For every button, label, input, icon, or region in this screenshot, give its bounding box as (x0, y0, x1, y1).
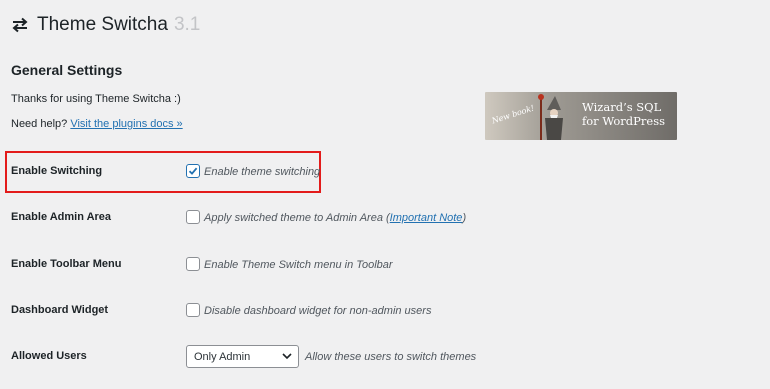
admin-area-checkbox[interactable] (186, 210, 200, 224)
banner-line2: for WordPress (582, 114, 665, 128)
important-note-link[interactable]: Important Note (390, 212, 463, 224)
dashboard-widget-option: Disable dashboard widget for non-admin u… (204, 305, 432, 317)
help-line: Need help? Visit the plugins docs » (11, 118, 183, 130)
allowed-users-value: Only Admin (194, 350, 251, 363)
toolbar-menu-option: Enable Theme Switch menu in Toolbar (204, 259, 393, 271)
wizard-figure-icon (538, 94, 563, 140)
dashboard-widget-checkbox[interactable] (186, 303, 200, 317)
page-title: Theme Switcha (37, 14, 168, 35)
chevron-down-icon (282, 353, 292, 360)
banner-text: Wizard’s SQL for WordPress (582, 100, 665, 128)
admin-area-option-prefix: Apply switched theme to Admin Area ( (204, 212, 390, 224)
thanks-text: Thanks for using Theme Switcha :) (11, 93, 181, 105)
toolbar-menu-checkbox[interactable] (186, 257, 200, 271)
help-prefix: Need help? (11, 118, 68, 130)
book-banner[interactable]: New book! Wizard’s SQL for WordPress (485, 92, 677, 140)
page-header: Theme Switcha 3.1 (11, 12, 200, 38)
setting-label-allowed-users: Allowed Users (11, 350, 87, 362)
setting-label-admin-area: Enable Admin Area (11, 211, 112, 223)
checkmark-icon (188, 167, 198, 175)
enable-switching-checkbox[interactable] (186, 164, 200, 178)
allowed-users-select[interactable]: Only Admin (186, 345, 299, 368)
setting-label-dashboard-widget: Dashboard Widget (11, 304, 109, 316)
docs-link[interactable]: Visit the plugins docs » (70, 118, 182, 130)
banner-tag: New book! (490, 103, 536, 126)
allowed-users-option: Allow these users to switch themes (305, 351, 477, 363)
setting-label-enable-switching: Enable Switching (11, 165, 103, 177)
enable-switching-option: Enable theme switching (204, 166, 321, 178)
admin-area-option: Apply switched theme to Admin Area (Impo… (204, 212, 466, 224)
version-number: 3.1 (173, 14, 201, 35)
banner-line1: Wizard’s SQL (582, 100, 662, 114)
admin-area-option-suffix: ) (462, 212, 467, 224)
setting-label-toolbar-menu: Enable Toolbar Menu (11, 258, 122, 270)
section-title: General Settings (11, 62, 123, 78)
swap-arrows-icon (12, 17, 28, 33)
